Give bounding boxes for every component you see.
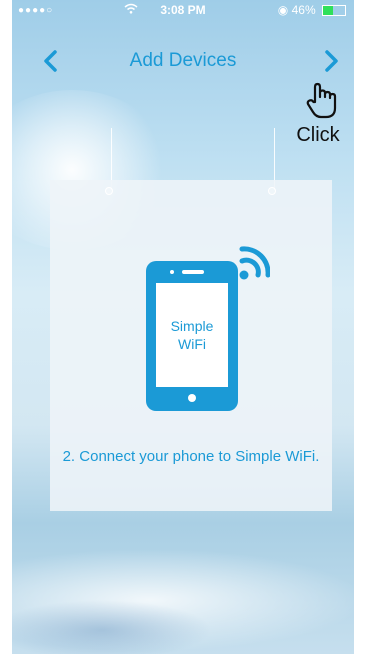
phone-screen-text: Simple WiFi (170, 318, 214, 352)
click-hint: Click (278, 80, 354, 160)
status-bar: ●●●●○ 3:08 PM ◉ 46% (12, 0, 354, 20)
page-title: Add Devices (129, 50, 237, 71)
click-label: Click (296, 124, 340, 146)
alarm-icon: ◉ (277, 3, 289, 17)
card-pin-left (105, 187, 113, 195)
next-button[interactable] (318, 46, 344, 76)
battery-indicator: ◉ 46% (278, 3, 346, 17)
wifi-signal-icon (239, 246, 270, 280)
instruction-card: Simple WiFi 2. Connect your phone to Sim… (50, 180, 332, 511)
background-shade (12, 600, 212, 654)
battery-icon (322, 5, 346, 17)
battery-fill (323, 6, 334, 16)
nav-bar: Add Devices (12, 40, 354, 84)
step-caption: 2. Connect your phone to Simple WiFi. (62, 448, 320, 465)
app-screen: ●●●●○ 3:08 PM ◉ 46% Add Devices Click Si… (12, 0, 354, 654)
card-pin-right (268, 187, 276, 195)
battery-percent: 46% (291, 3, 316, 17)
hand-pointer-icon (306, 82, 337, 119)
chevron-right-icon (325, 50, 338, 72)
smartphone-icon: Simple WiFi (146, 246, 270, 411)
